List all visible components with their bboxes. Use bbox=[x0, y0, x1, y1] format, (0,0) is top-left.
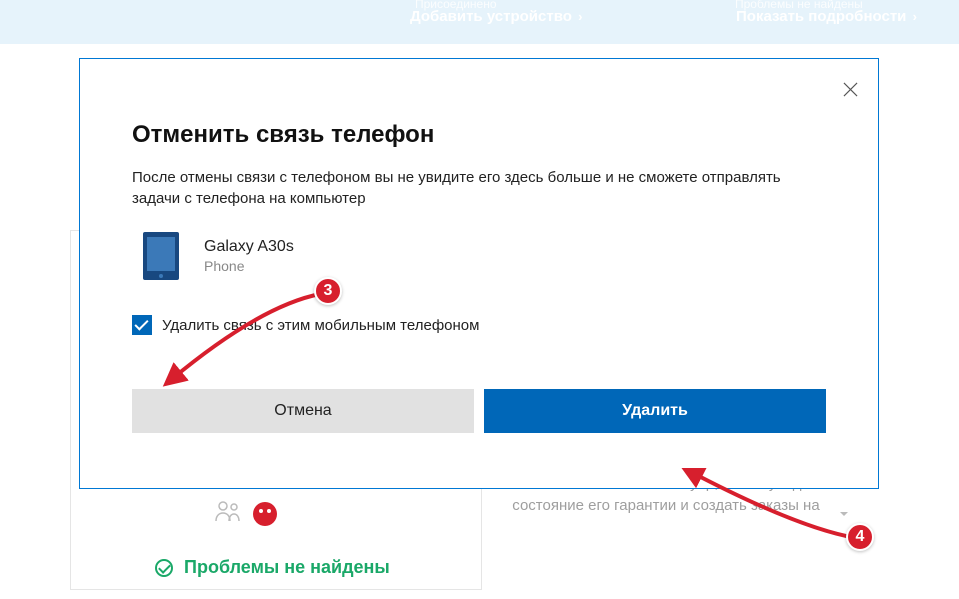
close-button[interactable] bbox=[834, 73, 866, 105]
add-device-link[interactable]: Добавить устройство › bbox=[410, 8, 582, 25]
unlink-checkbox[interactable] bbox=[132, 315, 152, 335]
checkbox-label: Удалить связь с этим мобильным телефоном bbox=[162, 317, 479, 334]
dialog-description: После отмены связи с телефоном вы не уви… bbox=[132, 167, 826, 209]
alert-badge-icon bbox=[253, 502, 277, 526]
unlink-phone-dialog: Отменить связь телефон После отмены связ… bbox=[79, 58, 879, 489]
annotation-tag-4: 4 bbox=[846, 523, 874, 551]
device-type: Phone bbox=[204, 258, 294, 274]
checkbox-row: Удалить связь с этим мобильным телефоном bbox=[132, 315, 826, 335]
delete-button[interactable]: Удалить bbox=[484, 389, 826, 433]
check-icon bbox=[155, 559, 173, 577]
device-name: Galaxy A30s bbox=[204, 238, 294, 256]
cancel-button[interactable]: Отмена bbox=[132, 389, 474, 433]
people-icons bbox=[215, 500, 277, 528]
people-icon bbox=[215, 500, 243, 528]
show-details-link[interactable]: Показать подробности › bbox=[736, 8, 917, 25]
chevron-down-icon bbox=[840, 512, 848, 520]
annotation-tag-3: 3 bbox=[314, 277, 342, 305]
device-row: Galaxy A30s Phone bbox=[142, 231, 826, 281]
button-row: Отмена Удалить bbox=[132, 389, 826, 433]
no-problems-found: Проблемы не найдены bbox=[155, 557, 390, 578]
tablet-icon bbox=[142, 231, 180, 281]
top-banner: Присоединено Добавить устройство › Пробл… bbox=[0, 0, 959, 44]
dialog-title: Отменить связь телефон bbox=[132, 121, 826, 149]
